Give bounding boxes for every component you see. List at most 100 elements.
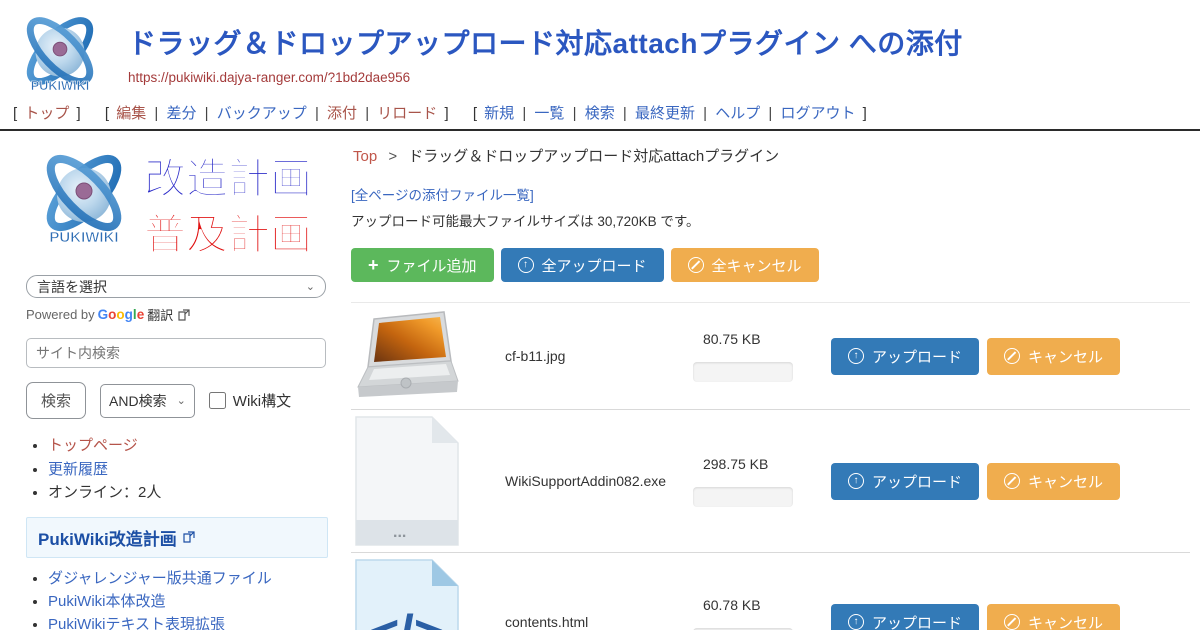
breadcrumb-top-link[interactable]: Top [353,148,377,165]
google-logo: Google [98,307,145,322]
page-header: PUKIWIKI ドラッグ＆ドロップアップロード対応attachプラグイン への… [0,0,1200,98]
upload-button[interactable]: ↑ アップロード [831,604,979,630]
cancel-button[interactable]: キャンセル [987,338,1120,375]
file-row: ... WikiSupportAddin082.exe 298.75 KB ↑ … [351,410,1190,553]
list-item: オンライン：2人 [48,482,331,505]
search-input[interactable] [26,338,326,368]
nav-link-reload[interactable]: リロード [377,105,437,122]
search-button[interactable]: 検索 [26,382,86,419]
upload-file-list: cf-b11.jpg 80.75 KB ↑ アップロード キャンセル [351,302,1190,630]
nav-link-diff[interactable]: 差分 [166,105,196,122]
nav-link-search[interactable]: 検索 [585,105,615,122]
cancel-all-button[interactable]: 全キャンセル [671,248,819,282]
bracket: [ [473,105,477,122]
sidebar-link-toppage[interactable]: トップページ [48,437,138,454]
bracket: ] [863,105,867,122]
all-attachments-link[interactable]: [全ページの添付ファイル一覧] [351,184,534,204]
nav-group-page: [ 編集 | 差分 | バックアップ | 添付 | リロード ] [102,105,456,122]
file-row: </> contents.html 60.78 KB ↑ アップロード キャンセ… [351,553,1190,630]
upload-button[interactable]: ↑ アップロード [831,463,979,500]
separator: | [623,105,627,122]
nav-link-attach[interactable]: 添付 [327,105,357,122]
nav-link-help[interactable]: ヘルプ [715,105,760,122]
cancel-label: キャンセル [1028,471,1103,492]
file-size: 298.75 KB [693,456,811,472]
bracket: ] [77,105,81,122]
upload-arrow-icon: ↑ [518,257,534,273]
nav-link-top[interactable]: トップ [24,105,69,122]
translate-link[interactable]: 翻訳 [147,305,173,324]
separator: | [365,105,369,122]
upload-arrow-icon: ↑ [848,473,864,489]
file-meta: 80.75 KB [693,331,811,382]
cancel-button[interactable]: キャンセル [987,463,1120,500]
add-files-label: ファイル追加 [387,255,477,276]
file-name: contents.html [463,614,693,630]
file-thumbnail-cell: ... [351,416,463,546]
list-item: 更新履歴 [48,459,331,482]
progress-bar [693,362,793,382]
upload-label: アップロード [872,346,962,367]
top-navbar: [ トップ ] [ 編集 | 差分 | バックアップ | 添付 | リロード ]… [0,98,1200,131]
pukiwiki-logo-icon[interactable]: PUKIWIKI [10,8,110,98]
wiki-syntax-checkbox[interactable] [209,392,226,409]
sidebar-quick-links: トップページ 更新履歴 オンライン：2人 [26,435,331,505]
cancel-slash-icon [1004,473,1020,489]
file-size: 60.78 KB [693,597,811,613]
svg-text:PUKIWIKI: PUKIWIKI [31,78,90,93]
upload-button[interactable]: ↑ アップロード [831,338,979,375]
file-actions: ↑ アップロード キャンセル [831,463,1120,500]
upload-label: アップロード [872,471,962,492]
sidebar-link-history[interactable]: 更新履歴 [48,461,108,478]
list-item: PukiWikiテキスト表現拡張 [48,614,341,630]
nav-link-list[interactable]: 一覧 [534,105,564,122]
list-item: トップページ [48,435,331,458]
nav-link-edit[interactable]: 編集 [116,105,146,122]
sidebar-section-title-link[interactable]: PukiWiki改造計画 [38,525,195,550]
separator: | [315,105,319,122]
separator: | [205,105,209,122]
cancel-label: キャンセル [1028,346,1103,367]
bracket: ] [444,105,448,122]
separator: | [703,105,707,122]
separator: | [768,105,772,122]
cancel-slash-icon [1004,348,1020,364]
svg-text:</>: </> [369,605,444,630]
file-size: 80.75 KB [693,331,811,347]
sidebar-banner-image[interactable]: PUKIWIKI 改造計画 普及計画 [26,145,328,263]
cancel-slash-icon [688,257,704,273]
upload-all-label: 全アップロード [542,255,647,276]
nav-link-backup[interactable]: バックアップ [217,105,307,122]
page-url-link[interactable]: https://pukiwiki.dajya-ranger.com/?1bd2d… [128,70,410,85]
nav-link-recent[interactable]: 最終更新 [635,105,695,122]
menu-item-core-mod[interactable]: PukiWiki本体改造 [48,593,166,610]
add-files-button[interactable]: + ファイル追加 [351,248,494,282]
language-select-value: 言語を選択 [37,277,107,297]
language-select[interactable]: 言語を選択 ⌄ [26,275,326,298]
progress-bar [693,487,793,507]
max-upload-size-text: アップロード可能最大ファイルサイズは 30,720KB です。 [351,210,1190,230]
upload-all-button[interactable]: ↑ 全アップロード [501,248,664,282]
header-text-block: ドラッグ＆ドロップアップロード対応attachプラグイン への添付 https:… [110,8,963,87]
nav-link-new[interactable]: 新規 [484,105,514,122]
nav-link-logout[interactable]: ログアウト [780,105,855,122]
main-content: Top > ドラッグ＆ドロップアップロード対応attachプラグイン [全ページ… [345,131,1200,630]
breadcrumb: Top > ドラッグ＆ドロップアップロード対応attachプラグイン [351,141,1190,166]
upload-label: アップロード [872,612,962,630]
file-thumbnail-cell: </> [351,559,463,630]
nav-group-site: [ 新規 | 一覧 | 検索 | 最終更新 | ヘルプ | ログアウト ] [470,105,870,122]
search-mode-select[interactable]: AND検索 ⌄ [100,384,195,418]
svg-text:PUKIWIKI: PUKIWIKI [49,229,118,246]
cancel-button[interactable]: キャンセル [987,604,1120,630]
online-count: オンライン：2人 [48,484,161,501]
bracket: [ [13,105,17,122]
svg-text:改造計画: 改造計画 [144,155,312,202]
menu-item-common-files[interactable]: ダジャレンジャー版共通ファイル [48,570,272,587]
sidebar-section-title: PukiWiki改造計画 [38,525,177,550]
file-name: cf-b11.jpg [463,348,693,364]
bracket: [ [105,105,109,122]
menu-item-text-ext[interactable]: PukiWikiテキスト表現拡張 [48,616,225,630]
search-mode-value: AND検索 [109,391,167,411]
powered-by-text: Powered by [26,307,95,322]
separator: | [522,105,526,122]
